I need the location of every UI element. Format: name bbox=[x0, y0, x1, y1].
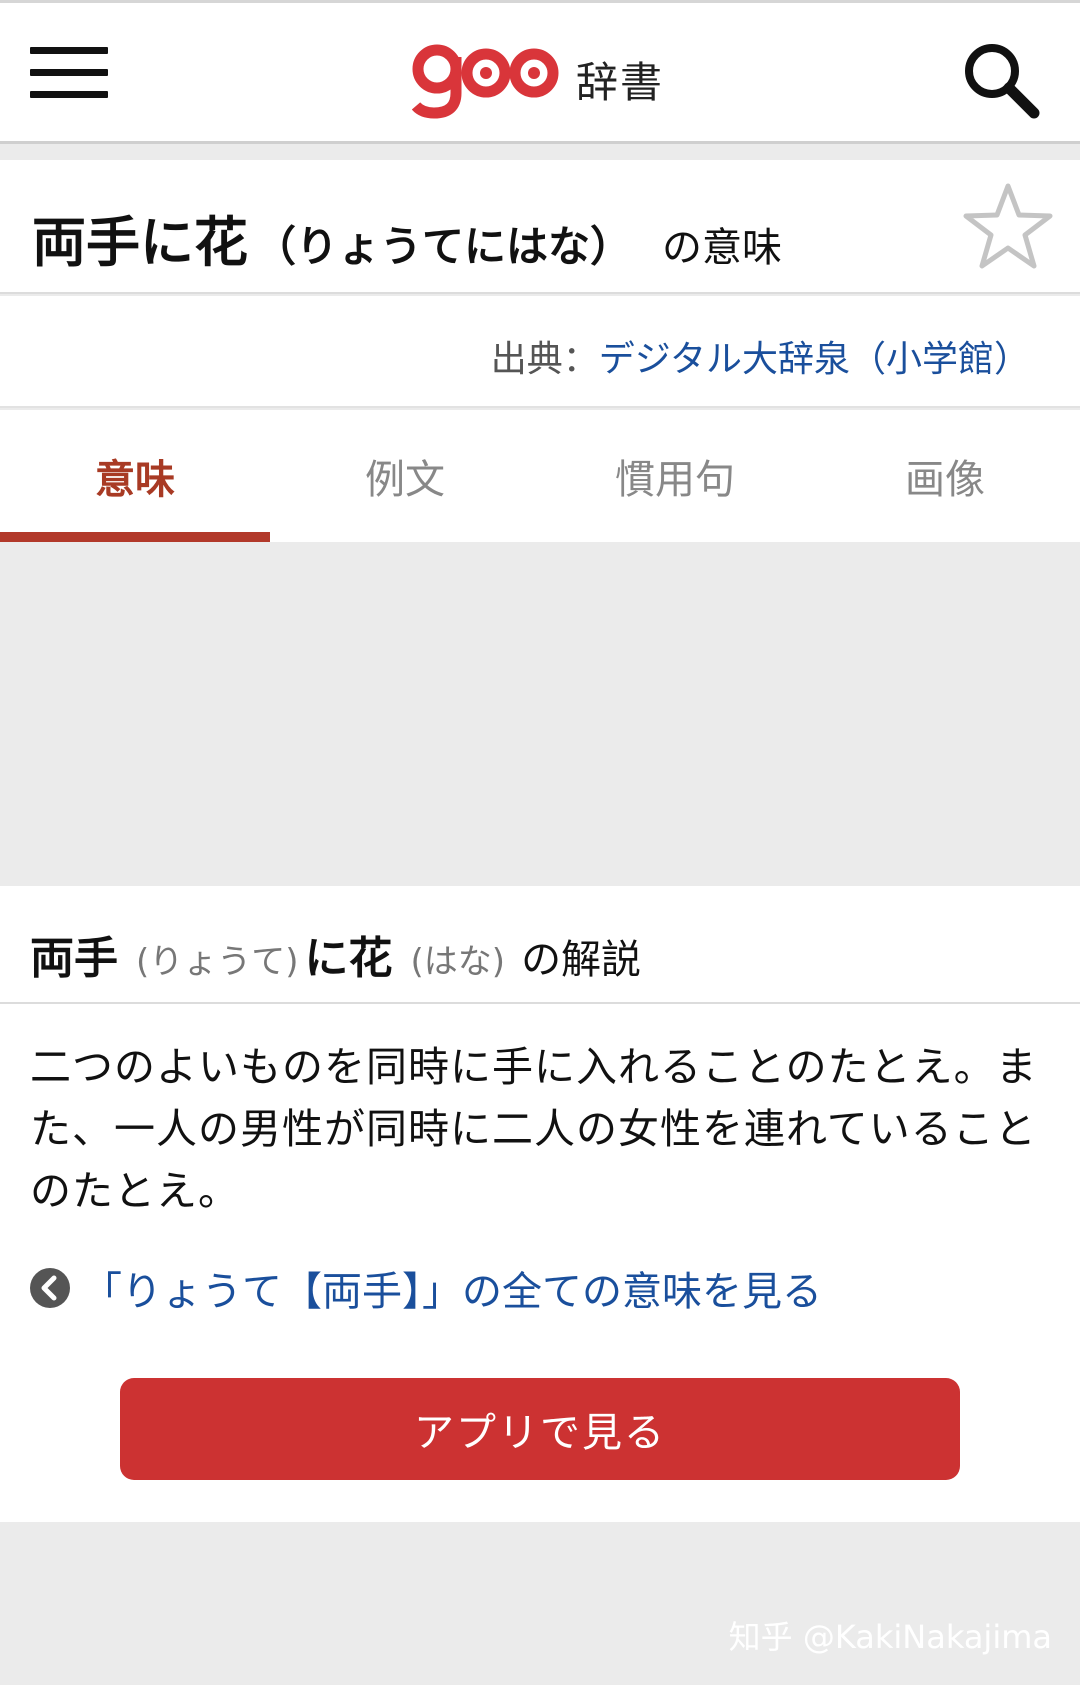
logo-label: 辞書 bbox=[576, 58, 665, 107]
entry-word: 両手に花 bbox=[32, 211, 248, 274]
chevron-left-icon bbox=[30, 1268, 70, 1308]
star-icon[interactable] bbox=[962, 182, 1054, 270]
explanation-heading: 両手 (りょうて) に花 (はな) の解説 bbox=[30, 922, 641, 986]
heading-word-2: に花 bbox=[304, 933, 393, 984]
header-bar: 辞書 bbox=[0, 0, 1080, 144]
watermark: 知乎 @KakiNakajima bbox=[728, 1618, 1052, 1656]
all-meanings-link-text: 「りょうて【両手】」の全ての意味を見る bbox=[82, 1269, 822, 1315]
source-link[interactable]: デジタル大辞泉（小学館） bbox=[599, 339, 1030, 380]
explanation-card: 両手 (りょうて) に花 (はな) の解説 二つのよいものを同時に手に入れること… bbox=[0, 886, 1080, 1522]
ad-area bbox=[0, 542, 1080, 886]
tab-bar: 意味 例文 慣用句 画像 bbox=[0, 410, 1080, 542]
heading-reading-1: (りょうて) bbox=[136, 942, 299, 982]
goo-logo[interactable]: 辞書 bbox=[412, 33, 664, 123]
heading-word-1: 両手 bbox=[30, 933, 118, 984]
entry-reading: （りょうてにはな） bbox=[254, 222, 633, 271]
tab-idioms[interactable]: 慣用句 bbox=[540, 410, 810, 542]
page: 辞書 両手に花 （りょうてにはな） の意味 出典：デジタル大辞泉（小学館） 意味… bbox=[0, 0, 1080, 1685]
goo-logo-mark bbox=[412, 44, 559, 119]
source-label: 出典： bbox=[490, 339, 599, 380]
open-in-app-button[interactable]: アプリで見る bbox=[120, 1378, 960, 1480]
definition-text: 二つのよいものを同時に手に入れることのたとえ。また、一人の男性が同時に二人の女性… bbox=[30, 1043, 1038, 1215]
heading-suffix: の解説 bbox=[521, 937, 642, 983]
all-meanings-link[interactable]: 「りょうて【両手】」の全ての意味を見る bbox=[30, 1258, 822, 1318]
divider bbox=[0, 1002, 1080, 1004]
source-line: 出典：デジタル大辞泉（小学館） bbox=[491, 330, 1030, 382]
entry-title-row: 両手に花 （りょうてにはな） の意味 bbox=[0, 160, 1080, 294]
source-row: 出典：デジタル大辞泉（小学館） bbox=[0, 296, 1080, 408]
tab-examples[interactable]: 例文 bbox=[270, 410, 540, 542]
page-title: 両手に花 （りょうてにはな） の意味 bbox=[32, 198, 782, 277]
tab-images[interactable]: 画像 bbox=[810, 410, 1080, 542]
tab-meaning[interactable]: 意味 bbox=[0, 410, 270, 542]
menu-icon[interactable] bbox=[30, 45, 108, 101]
entry-title-suffix: の意味 bbox=[662, 225, 783, 271]
heading-reading-2: (はな) bbox=[410, 942, 506, 982]
search-icon[interactable] bbox=[962, 41, 1040, 119]
